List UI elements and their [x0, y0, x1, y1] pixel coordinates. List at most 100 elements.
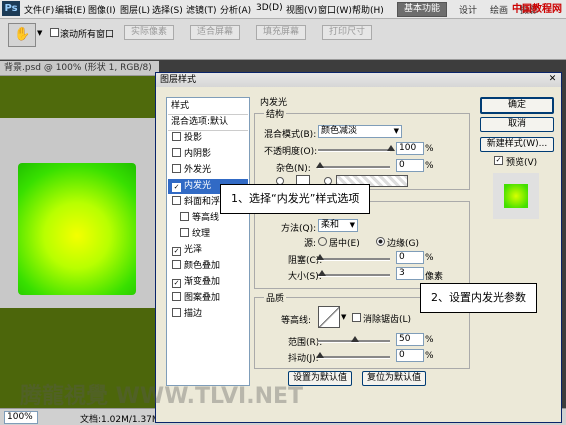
- style-item-stroke[interactable]: 描边: [168, 307, 248, 322]
- menu-window[interactable]: 窗口(W): [318, 3, 352, 16]
- menu-edit[interactable]: 编辑(E): [55, 3, 86, 16]
- quality-title: 品质: [264, 291, 287, 304]
- chevron-down-icon[interactable]: ▼: [341, 313, 346, 321]
- zoom-field[interactable]: 100%: [4, 411, 38, 424]
- scroll-all-label: 滚动所有窗口: [60, 30, 115, 40]
- choke-slider[interactable]: [318, 258, 390, 261]
- menu-file[interactable]: 文件(F): [24, 3, 54, 16]
- method-value: 柔和: [321, 220, 340, 230]
- close-icon[interactable]: ✕: [547, 74, 558, 85]
- gradient-square-shape: [18, 163, 136, 295]
- style-item-gradient-overlay[interactable]: ✓ 渐变叠加: [168, 275, 248, 290]
- actual-pixels-button[interactable]: 实际像素: [124, 25, 175, 40]
- opacity-percent: %: [425, 144, 434, 154]
- menu-layer[interactable]: 图层(L): [120, 3, 150, 16]
- contour-thumbnail[interactable]: [318, 306, 340, 328]
- jitter-percent: %: [425, 351, 434, 361]
- ok-button[interactable]: 确定: [480, 97, 554, 114]
- checkbox[interactable]: [172, 132, 181, 141]
- scroll-all-checkbox[interactable]: [50, 28, 59, 37]
- style-item-texture[interactable]: 纹理: [168, 227, 248, 242]
- menu-image[interactable]: 图像(I): [88, 3, 116, 16]
- opacity-field[interactable]: 100: [396, 142, 424, 155]
- size-slider[interactable]: [318, 274, 390, 277]
- workspace-essentials-button[interactable]: 基本功能: [397, 2, 448, 17]
- choke-slider-handle[interactable]: [316, 254, 324, 260]
- jitter-slider[interactable]: [318, 356, 390, 359]
- noise-field[interactable]: 0: [396, 159, 424, 172]
- checkbox[interactable]: [172, 164, 181, 173]
- checkbox[interactable]: [172, 196, 181, 205]
- checkbox[interactable]: [172, 260, 181, 269]
- options-bar: ✋ ▼ 滚动所有窗口 实际像素 适合屏幕 填充屏幕 打印尺寸: [0, 19, 566, 60]
- new-style-button[interactable]: 新建样式(W)...: [480, 137, 554, 152]
- blend-mode-label: 混合模式(B):: [264, 130, 317, 140]
- checkbox[interactable]: [172, 292, 181, 301]
- checkbox[interactable]: [180, 212, 189, 221]
- preview-swatch: [504, 184, 528, 208]
- chevron-down-icon[interactable]: ▼: [350, 220, 355, 231]
- range-percent: %: [425, 335, 434, 345]
- style-item-drop-shadow[interactable]: 投影: [168, 131, 248, 146]
- workspace-painting-link[interactable]: 绘画: [490, 3, 508, 16]
- checkbox[interactable]: [172, 148, 181, 157]
- style-item-color-overlay[interactable]: 颜色叠加: [168, 259, 248, 274]
- menu-analysis[interactable]: 分析(A): [220, 3, 251, 16]
- chevron-down-icon[interactable]: ▼: [394, 126, 399, 137]
- style-item-satin[interactable]: ✓ 光泽: [168, 243, 248, 258]
- cancel-button[interactable]: 取消: [480, 117, 554, 132]
- checkbox-checked[interactable]: ✓: [172, 247, 181, 256]
- opacity-slider-handle[interactable]: [387, 145, 395, 151]
- noise-slider[interactable]: [318, 166, 390, 169]
- preview-checkbox[interactable]: ✓: [494, 156, 503, 165]
- menu-3d[interactable]: 3D(D): [256, 3, 283, 13]
- canvas-top-band: [0, 76, 155, 118]
- jitter-field[interactable]: 0: [396, 349, 424, 362]
- choke-field[interactable]: 0: [396, 251, 424, 264]
- noise-slider-handle[interactable]: [316, 162, 324, 168]
- opacity-slider[interactable]: [318, 149, 390, 152]
- checkbox-checked[interactable]: ✓: [172, 183, 181, 192]
- preview-thumbnail: [493, 173, 539, 219]
- chevron-down-icon[interactable]: ▼: [37, 29, 42, 37]
- size-field[interactable]: 3: [396, 267, 424, 280]
- menu-help[interactable]: 帮助(H): [352, 3, 384, 16]
- fill-screen-button[interactable]: 填充屏幕: [256, 25, 307, 40]
- noise-percent: %: [425, 161, 434, 171]
- style-item-pattern-overlay[interactable]: 图案叠加: [168, 291, 248, 306]
- source-center-radio[interactable]: [318, 237, 327, 246]
- method-select[interactable]: 柔和 ▼: [318, 219, 358, 232]
- reset-default-button[interactable]: 复位为默认值: [362, 371, 426, 386]
- style-item-outer-glow[interactable]: 外发光: [168, 163, 248, 178]
- dialog-title: 图层样式: [160, 75, 197, 85]
- size-slider-handle[interactable]: [318, 270, 326, 276]
- fit-screen-button[interactable]: 适合屏幕: [190, 25, 241, 40]
- dialog-title-bar: 图层样式 ✕: [156, 73, 561, 87]
- checkbox[interactable]: [172, 308, 181, 317]
- workspace-design-link[interactable]: 设计: [459, 3, 477, 16]
- menu-filter[interactable]: 滤镜(T): [186, 3, 217, 16]
- style-item-inner-shadow[interactable]: 内阴影: [168, 147, 248, 162]
- noise-label: 杂色(N):: [276, 164, 311, 174]
- blend-options-item[interactable]: 混合选项:默认: [168, 115, 248, 131]
- checkbox-checked[interactable]: ✓: [172, 279, 181, 288]
- document-tab[interactable]: 背景.psd @ 100% (形状 1, RGB/8) *: [0, 61, 159, 87]
- source-edge-label: 边缘(G): [387, 239, 419, 249]
- menu-bar: Ps 文件(F) 编辑(E) 图像(I) 图层(L) 选择(S) 滤镜(T) 分…: [0, 0, 566, 19]
- range-field[interactable]: 50: [396, 333, 424, 346]
- style-list: 样式 混合选项:默认 投影 内阴影 外发光 ✓ 内发光 斜面和浮雕 等高线 纹理 …: [166, 97, 250, 386]
- blend-mode-select[interactable]: 颜色减淡 ▼: [318, 125, 402, 138]
- checkbox[interactable]: [180, 228, 189, 237]
- source-edge-radio[interactable]: [376, 237, 385, 246]
- menu-select[interactable]: 选择(S): [152, 3, 183, 16]
- styles-header[interactable]: 样式: [168, 99, 248, 115]
- menu-view[interactable]: 视图(V): [286, 3, 317, 16]
- source-center-label: 居中(E): [329, 239, 360, 249]
- size-unit: 像素: [425, 272, 444, 282]
- print-size-button[interactable]: 打印尺寸: [322, 25, 373, 40]
- range-slider-handle[interactable]: [351, 336, 359, 342]
- hand-tool-preset[interactable]: ✋: [8, 23, 36, 47]
- anti-alias-checkbox[interactable]: [352, 313, 361, 322]
- jitter-slider-handle[interactable]: [316, 352, 324, 358]
- layer-style-dialog: 图层样式 ✕ 样式 混合选项:默认 投影 内阴影 外发光 ✓ 内发光 斜面和浮雕 …: [155, 72, 562, 423]
